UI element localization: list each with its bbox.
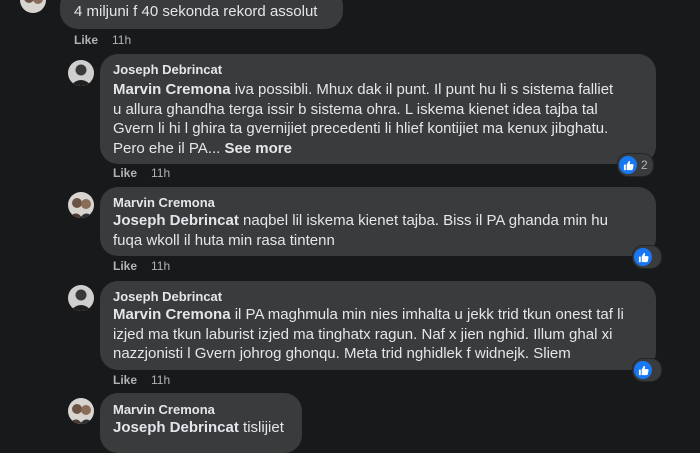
- comment-text: 4 miljuni f 40 sekonda rekord assolut: [74, 3, 318, 20]
- reply-bubble: Joseph Debrincat Marvin Cremona il PA ma…: [100, 281, 656, 370]
- reaction-count: 2: [641, 158, 648, 172]
- reaction-summary[interactable]: [633, 246, 661, 268]
- comment-meta: Like 11h: [113, 373, 170, 387]
- timestamp[interactable]: 11h: [151, 166, 170, 180]
- comment-author[interactable]: Joseph Debrincat: [113, 62, 222, 77]
- reply-bubble: Joseph Debrincat Marvin Cremona iva poss…: [100, 54, 656, 164]
- reaction-summary[interactable]: [633, 359, 661, 381]
- like-button[interactable]: Like: [74, 33, 98, 47]
- like-button[interactable]: Like: [113, 373, 137, 387]
- thumbs-up-icon: [619, 156, 637, 174]
- timestamp[interactable]: 11h: [151, 259, 170, 273]
- avatar[interactable]: [68, 192, 94, 218]
- reply-bubble: Marvin Cremona Joseph Debrincat tislijie…: [100, 393, 302, 453]
- comment-meta: Like 11h: [113, 166, 170, 180]
- comment-text: Marvin Cremona iva possibli. Mhux dak il…: [113, 81, 614, 157]
- mention-link[interactable]: Joseph Debrincat: [113, 419, 239, 436]
- timestamp[interactable]: 11h: [112, 33, 131, 47]
- mention-link[interactable]: Marvin Cremona: [113, 81, 231, 98]
- thumbs-up-icon: [634, 248, 652, 266]
- avatar[interactable]: [20, 0, 46, 13]
- reaction-summary[interactable]: 2: [618, 154, 653, 176]
- comment-text: Marvin Cremona il PA maghmula min nies i…: [113, 306, 624, 362]
- like-button[interactable]: Like: [113, 259, 137, 273]
- comment-bubble: 4 miljuni f 40 sekonda rekord assolut: [60, 0, 343, 29]
- comment-author[interactable]: Marvin Cremona: [113, 195, 215, 210]
- like-button[interactable]: Like: [113, 166, 137, 180]
- timestamp[interactable]: 11h: [151, 373, 170, 387]
- avatar[interactable]: [68, 285, 94, 311]
- comment-author[interactable]: Joseph Debrincat: [113, 289, 222, 304]
- comment-meta: Like 11h: [113, 259, 170, 273]
- mention-link[interactable]: Joseph Debrincat: [113, 212, 239, 229]
- comment-text: Joseph Debrincat tislijiet: [113, 419, 284, 436]
- comment-meta: Like 11h: [74, 33, 131, 47]
- mention-link[interactable]: Marvin Cremona: [113, 306, 231, 323]
- see-more-link[interactable]: See more: [224, 140, 292, 157]
- thumbs-up-icon: [634, 361, 652, 379]
- comment-text: Joseph Debrincat naqbel lil iskema kiene…: [113, 212, 608, 249]
- reply-bubble: Marvin Cremona Joseph Debrincat naqbel l…: [100, 187, 656, 256]
- avatar[interactable]: [68, 398, 94, 424]
- comment-author[interactable]: Marvin Cremona: [113, 402, 215, 417]
- avatar[interactable]: [68, 60, 94, 86]
